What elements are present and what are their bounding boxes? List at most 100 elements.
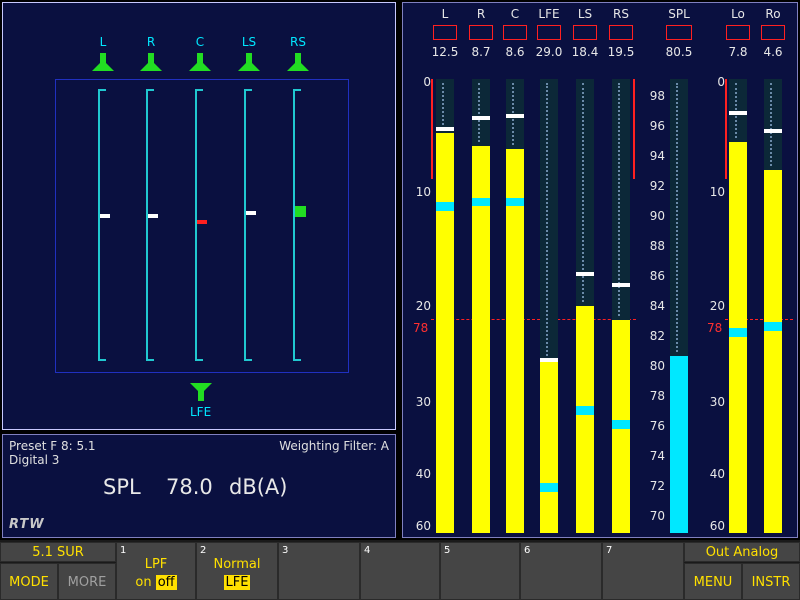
overload-indicator	[469, 25, 493, 40]
spl-scale-tick-label: 92	[649, 179, 665, 193]
softkey-4[interactable]: 4	[360, 542, 440, 600]
peak-hold-marker	[472, 116, 490, 121]
speaker-label-l: L	[99, 35, 107, 49]
meter-readout: 7.8	[728, 45, 748, 59]
meter-readout: 4.6	[763, 45, 783, 59]
meter-readout: 8.6	[505, 45, 525, 59]
speaker-level-bracket	[146, 89, 154, 361]
softkey-bar: 5.1 SUR MODE MORE 1 LPF on off 2 Normal …	[0, 540, 800, 600]
spl-scale-tick-label: 82	[649, 329, 665, 343]
meter-panel: 0 10 20 30 40 60 0 10 20 30 40 60 78 78 L 12.5 R 8.7 C 8.6 L…	[402, 2, 798, 538]
speaker-level-marker	[148, 214, 158, 219]
overload-indicator	[726, 25, 750, 40]
overload-indicator	[573, 25, 597, 40]
speaker-label-rs: RS	[290, 35, 306, 49]
overload-indicator	[609, 25, 633, 40]
lfe-speaker-icon	[190, 383, 212, 401]
spl-scale-tick-label: 70	[649, 509, 665, 523]
mode-button[interactable]: MODE	[0, 563, 58, 600]
spl-scale-tick-label: 74	[649, 449, 665, 463]
softkey-3[interactable]: 3	[278, 542, 360, 600]
spl-scale-tick-label: 96	[649, 119, 665, 133]
lpf-button[interactable]: 1 LPF on off	[116, 542, 196, 600]
speaker-level-marker	[246, 211, 256, 216]
meter-reference-band	[506, 197, 524, 207]
surround-panel: L R C LS RS LFE	[2, 2, 396, 430]
meter-label: Lo	[731, 7, 745, 21]
scale-tick-label: 0	[717, 75, 725, 89]
speaker-label-r: R	[146, 35, 156, 49]
scale-tick-label: 40	[709, 467, 725, 481]
lfe-mode-button[interactable]: 2 Normal LFE	[196, 542, 278, 600]
speaker-icon	[189, 53, 211, 71]
spl-scale-tick-label: 88	[649, 239, 665, 253]
meter-label: L	[441, 7, 449, 21]
meter-reference-band	[729, 327, 747, 337]
peak-hold-marker	[576, 271, 594, 276]
speaker-icon	[238, 53, 260, 71]
spl-scale-tick-label: 94	[649, 149, 665, 163]
scale-tick-label: 30	[709, 395, 725, 409]
rtw-logo: RTW	[9, 517, 45, 532]
speaker-level-bracket	[98, 89, 106, 361]
meter-dot-scale	[770, 83, 776, 166]
meter-readout: 19.5	[607, 45, 635, 59]
menu-button[interactable]: MENU	[684, 563, 742, 600]
scale-tick-label: 40	[415, 467, 431, 481]
meter-dot-scale	[546, 83, 552, 357]
speaker-level-bracket	[244, 89, 252, 361]
meter-bar	[576, 306, 594, 533]
meter-label: Ro	[765, 7, 781, 21]
scale-tick-label: 10	[709, 185, 725, 199]
overload-indicator	[433, 25, 457, 40]
source-label: Digital 3	[9, 453, 60, 467]
meter-label: R	[476, 7, 486, 21]
meter-dot-scale	[676, 83, 682, 352]
preset-label: Preset F 8: 5.1	[9, 439, 96, 453]
mode-title: 5.1 SUR	[0, 542, 116, 562]
meter-bar	[506, 149, 524, 533]
lfe-label: LFE	[190, 405, 212, 419]
meter-label: LFE	[538, 7, 560, 21]
instr-button[interactable]: INSTR	[742, 563, 800, 600]
overload-indicator	[666, 25, 692, 40]
meter-reference-band	[576, 405, 594, 415]
softkey-5[interactable]: 5	[440, 542, 520, 600]
meter-dot-scale	[478, 83, 484, 143]
scale-tick-label: 20	[709, 299, 725, 313]
softkey-6[interactable]: 6	[520, 542, 602, 600]
spl-scale-tick-label: 72	[649, 479, 665, 493]
softkey-7[interactable]: 7	[602, 542, 684, 600]
scale-tick-label: 60	[709, 519, 725, 533]
speaker-label-ls: LS	[241, 35, 257, 49]
peak-hold-marker	[612, 283, 630, 288]
reference-label: 78	[707, 321, 723, 335]
meter-reference-band	[436, 202, 454, 211]
spl-meter-bar	[670, 355, 688, 533]
peak-hold-marker	[436, 126, 454, 131]
meter-readout: 12.5	[431, 45, 459, 59]
scale-tick-label: 30	[415, 395, 431, 409]
reference-label: 78	[413, 321, 429, 335]
spl-unit: dB(A)	[229, 475, 288, 499]
meter-label: C	[510, 7, 520, 21]
peak-hold-marker	[729, 110, 747, 115]
overload-indicator	[537, 25, 561, 40]
overload-zone-line	[431, 79, 433, 179]
peak-hold-marker	[764, 128, 782, 133]
spl-label: SPL	[103, 475, 141, 499]
speaker-level-bracket	[293, 89, 301, 361]
more-button[interactable]: MORE	[58, 563, 116, 600]
spl-scale-tick-label: 80	[649, 359, 665, 373]
meter-readout: 18.4	[571, 45, 599, 59]
lfe-mode-option: LFE	[223, 575, 251, 590]
scale-tick-label: 60	[415, 519, 431, 533]
spl-scale-tick-label: 78	[649, 389, 665, 403]
spl-scale-tick-label: 98	[649, 89, 665, 103]
meter-reference-band	[612, 419, 630, 429]
speaker-icon	[92, 53, 114, 71]
out-title: Out Analog	[684, 542, 800, 562]
meter-dot-scale	[582, 83, 588, 302]
meter-bar	[540, 360, 558, 533]
peak-hold-marker	[540, 358, 558, 363]
